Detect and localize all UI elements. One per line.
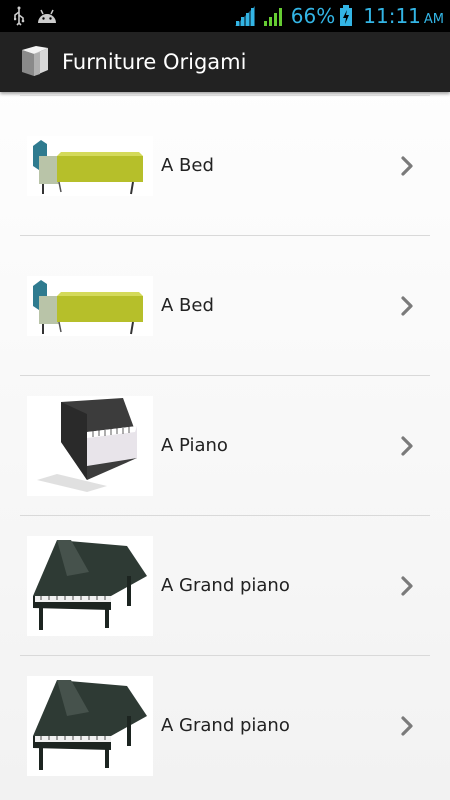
battery-charging-icon <box>340 5 353 26</box>
bed-thumbnail <box>27 135 153 196</box>
list-item[interactable]: A Grand piano <box>20 515 430 655</box>
list-item[interactable]: A Piano <box>20 375 430 515</box>
list-item-label: A Grand piano <box>161 575 290 596</box>
action-bar: Furniture Origami <box>0 32 450 92</box>
piano-thumbnail <box>27 395 153 496</box>
usb-icon <box>14 6 25 26</box>
wifi-signal-icon <box>234 6 255 26</box>
list-item-label: A Grand piano <box>161 715 290 736</box>
battery-percent: 66% <box>290 4 336 28</box>
grand-piano-thumbnail <box>27 535 153 636</box>
clock-time: 11:11 <box>363 4 421 28</box>
list-item[interactable]: A Bed <box>20 95 430 235</box>
chevron-right-icon <box>401 155 413 176</box>
status-bar: 66% 11:11 AM <box>0 0 450 32</box>
status-bar-right: 66% 11:11 AM <box>233 4 450 28</box>
list-item[interactable]: A Grand piano <box>20 655 430 795</box>
list-item-label: A Bed <box>161 295 214 316</box>
clock: 11:11 AM <box>363 4 444 28</box>
list-item-label: A Piano <box>161 435 228 456</box>
status-bar-left <box>0 6 58 26</box>
list-item-label: A Bed <box>161 155 214 176</box>
chevron-right-icon <box>401 575 413 596</box>
bed-thumbnail <box>27 275 153 336</box>
android-debug-icon <box>38 9 56 23</box>
furniture-list: A Bed A Bed A Piano A Grand piano A Gran… <box>0 95 450 795</box>
grand-piano-thumbnail <box>27 675 153 776</box>
app-title: Furniture Origami <box>62 50 247 74</box>
list-item[interactable]: A Bed <box>20 235 430 375</box>
chevron-right-icon <box>401 715 413 736</box>
origami-app-icon[interactable] <box>18 44 54 80</box>
cell-signal-icon <box>263 8 282 26</box>
chevron-right-icon <box>401 435 413 456</box>
clock-ampm: AM <box>423 12 444 27</box>
chevron-right-icon <box>401 295 413 316</box>
